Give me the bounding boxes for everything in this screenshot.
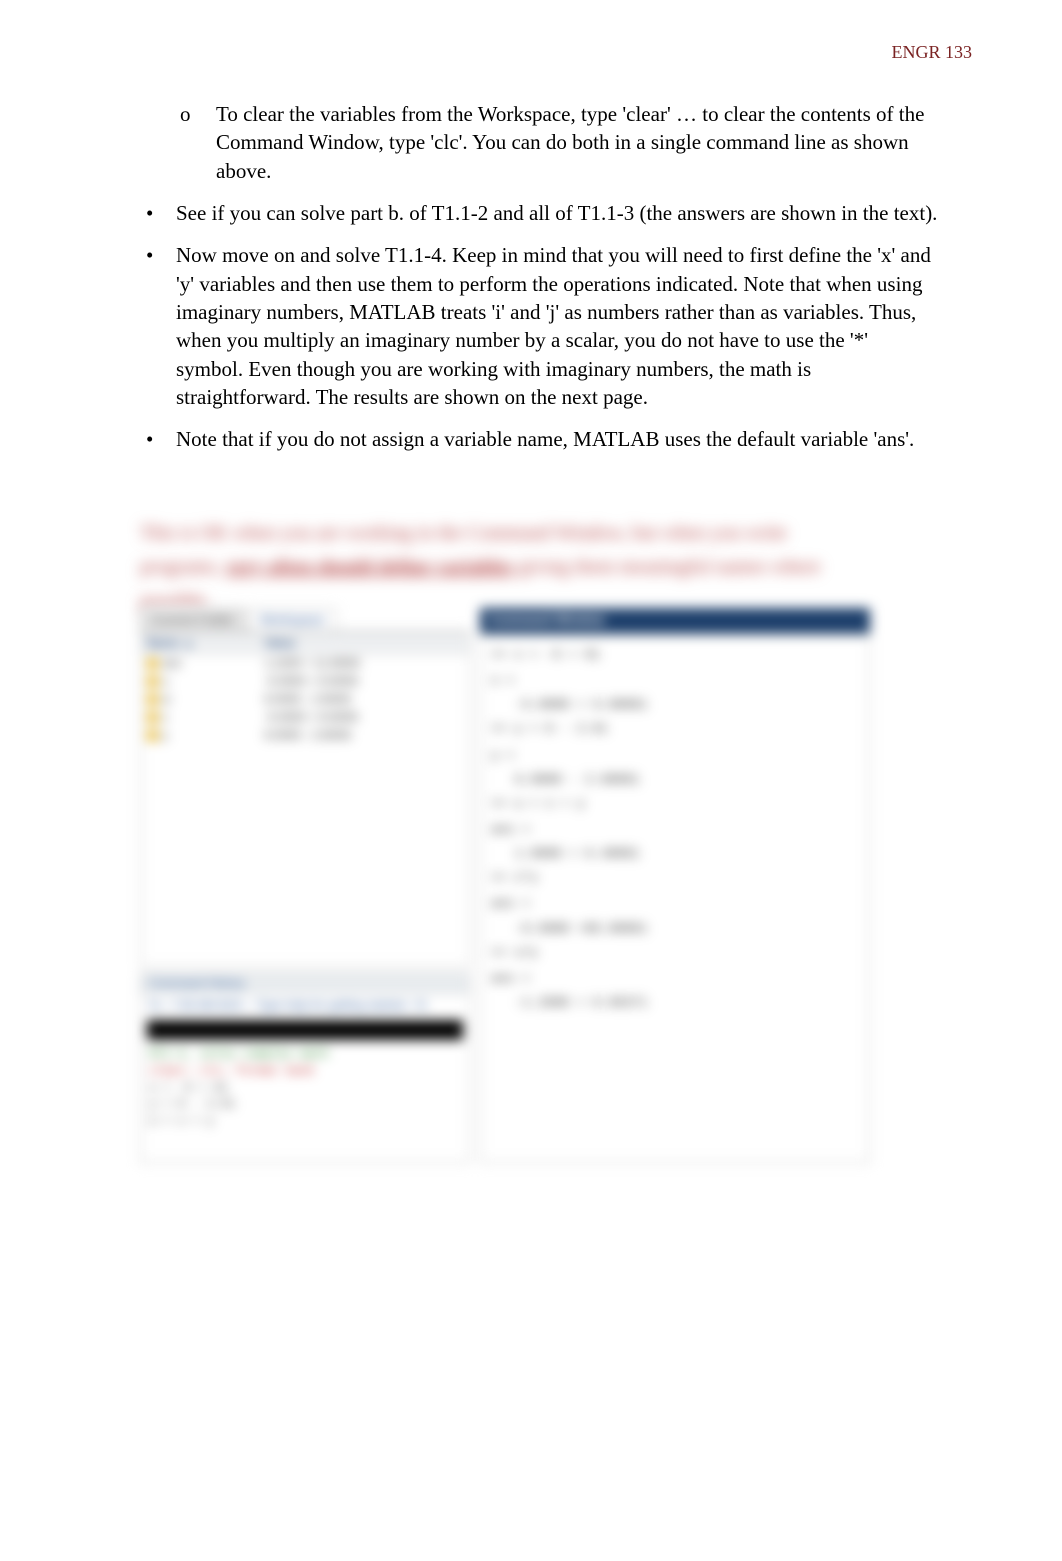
blurred-bold: very often should define variables — [226, 556, 514, 578]
sub-item-text: To clear the variables from the Workspac… — [216, 100, 940, 185]
tab-current-folder[interactable]: Current Folder — [140, 608, 246, 631]
cw-line: x = — [491, 671, 859, 691]
blurred-post: giving them meaningful names where — [513, 556, 820, 578]
bullet-item-2: • See if you can solve part b. of T1.1-2… — [140, 199, 940, 227]
right-column: Command Window >> x = -5 + 9i x = -5.0000 … — [480, 608, 870, 1163]
command-history-title: Command History — [141, 974, 469, 994]
cw-line: -5.0000 + 9.0000i — [515, 695, 859, 715]
bullet-marker: • — [140, 199, 176, 227]
workspace-col-value[interactable]: Value — [258, 633, 469, 654]
variable-icon — [147, 658, 158, 669]
cw-line: ans = — [491, 894, 859, 914]
cw-line: y = — [491, 746, 859, 766]
workspace-var-name: u — [141, 672, 258, 690]
history-line[interactable]: u = x + y — [149, 1113, 461, 1130]
workspace-row[interactable]: w6.0000 - 2.6000i — [141, 690, 469, 708]
command-window-body[interactable]: >> x = -5 + 9i x = -5.0000 + 9.0000i >> y =… — [480, 634, 870, 1163]
page-header-course: ENGR 133 — [892, 42, 973, 63]
cw-line: ans = — [491, 969, 859, 989]
cw-line: >> x = -5 + 9i — [491, 645, 859, 665]
workspace-var-name: y — [141, 726, 258, 744]
document-body: o To clear the variables from the Worksp… — [140, 100, 940, 468]
workspace-row[interactable]: x-5.0000 + 9.0000i — [141, 708, 469, 726]
workspace-panel: Name ▲ Value ans1.2200 + 11.6500iu-5.000… — [140, 632, 470, 967]
workspace-var-value: -5.0000 + 9.0000i — [258, 708, 469, 726]
left-column: Current Folder Workspace Name ▲ Value an… — [140, 608, 470, 1163]
blurred-line-1: This is OK when you are working in the C… — [140, 520, 920, 546]
cw-line: >> x*y — [491, 868, 859, 888]
tab-workspace[interactable]: Workspace — [249, 608, 336, 631]
variable-icon — [147, 730, 158, 741]
workspace-tabs: Current Folder Workspace — [140, 608, 470, 632]
command-history-panel: Command History %-- 7:45 AM 8/24 -- Type… — [140, 973, 470, 1163]
workspace-table: Name ▲ Value ans1.2200 + 11.6500iu-5.000… — [141, 633, 469, 744]
workspace-var-value: 6.0000 - 2.6000i — [258, 726, 469, 744]
blurred-paragraph: This is OK when you are working in the C… — [140, 520, 920, 622]
bullet-item-4: • Note that if you do not assign a varia… — [140, 425, 940, 453]
bullet-marker: • — [140, 425, 176, 453]
workspace-var-name: w — [141, 690, 258, 708]
workspace-var-name: ans — [141, 654, 258, 673]
command-window-title: Command Window — [480, 608, 870, 634]
history-line[interactable]: clear; clc; format bank — [149, 1063, 461, 1080]
workspace-var-value: 6.0000 - 2.6000i — [258, 690, 469, 708]
variable-icon — [147, 712, 158, 723]
workspace-var-value: 1.2200 + 11.6500i — [258, 654, 469, 673]
cw-line: -6.6000 +66.0000i — [515, 919, 859, 939]
bullet-text-2: See if you can solve part b. of T1.1-2 a… — [176, 199, 940, 227]
sub-list-item: o To clear the variables from the Worksp… — [140, 100, 940, 185]
workspace-var-value: -5.0000 + 9.0000i — [258, 672, 469, 690]
blurred-line-2: programs, very often should define varia… — [140, 554, 920, 580]
command-history-redaction — [147, 1020, 463, 1040]
blurred-pre: programs, — [140, 556, 226, 578]
sub-marker: o — [180, 100, 216, 185]
cw-line: ans = — [491, 820, 859, 840]
workspace-row[interactable]: ans1.2200 + 11.6500i — [141, 654, 469, 673]
bullet-text-3: Now move on and solve T1.1-4. Keep in mi… — [176, 241, 940, 411]
history-line[interactable]: y = 6 - 2.6i — [149, 1096, 461, 1113]
variable-icon — [147, 694, 158, 705]
bullet-item-3: • Now move on and solve T1.1-4. Keep in … — [140, 241, 940, 411]
cw-line: 1.0000 + 6.4000i — [515, 844, 859, 864]
matlab-screenshot: Current Folder Workspace Name ▲ Value an… — [140, 608, 840, 1163]
cw-line: >> u = x + y — [491, 794, 859, 814]
workspace-row[interactable]: y6.0000 - 2.6000i — [141, 726, 469, 744]
history-line[interactable]: x = -5 + 9i — [149, 1080, 461, 1097]
bullet-marker: • — [140, 241, 176, 411]
bullet-text-4: Note that if you do not assign a variabl… — [176, 425, 940, 453]
cw-line: >> y = 6 - 2.6i — [491, 719, 859, 739]
history-line[interactable]: %T1-4, solve complex math — [149, 1046, 461, 1063]
workspace-row[interactable]: u-5.0000 + 9.0000i — [141, 672, 469, 690]
cw-line: 6.0000 - 2.6000i — [515, 770, 859, 790]
command-history-timestamp: %-- 7:45 AM 8/24 -- Type help for gettin… — [141, 994, 469, 1016]
variable-icon — [147, 676, 158, 687]
workspace-var-name: x — [141, 708, 258, 726]
cw-line: -1.2606 + 0.9537i — [515, 993, 859, 1013]
command-history-lines: %T1-4, solve complex mathclear; clc; for… — [141, 1044, 469, 1132]
cw-line: >> x/y — [491, 943, 859, 963]
workspace-col-name[interactable]: Name ▲ — [141, 633, 258, 654]
